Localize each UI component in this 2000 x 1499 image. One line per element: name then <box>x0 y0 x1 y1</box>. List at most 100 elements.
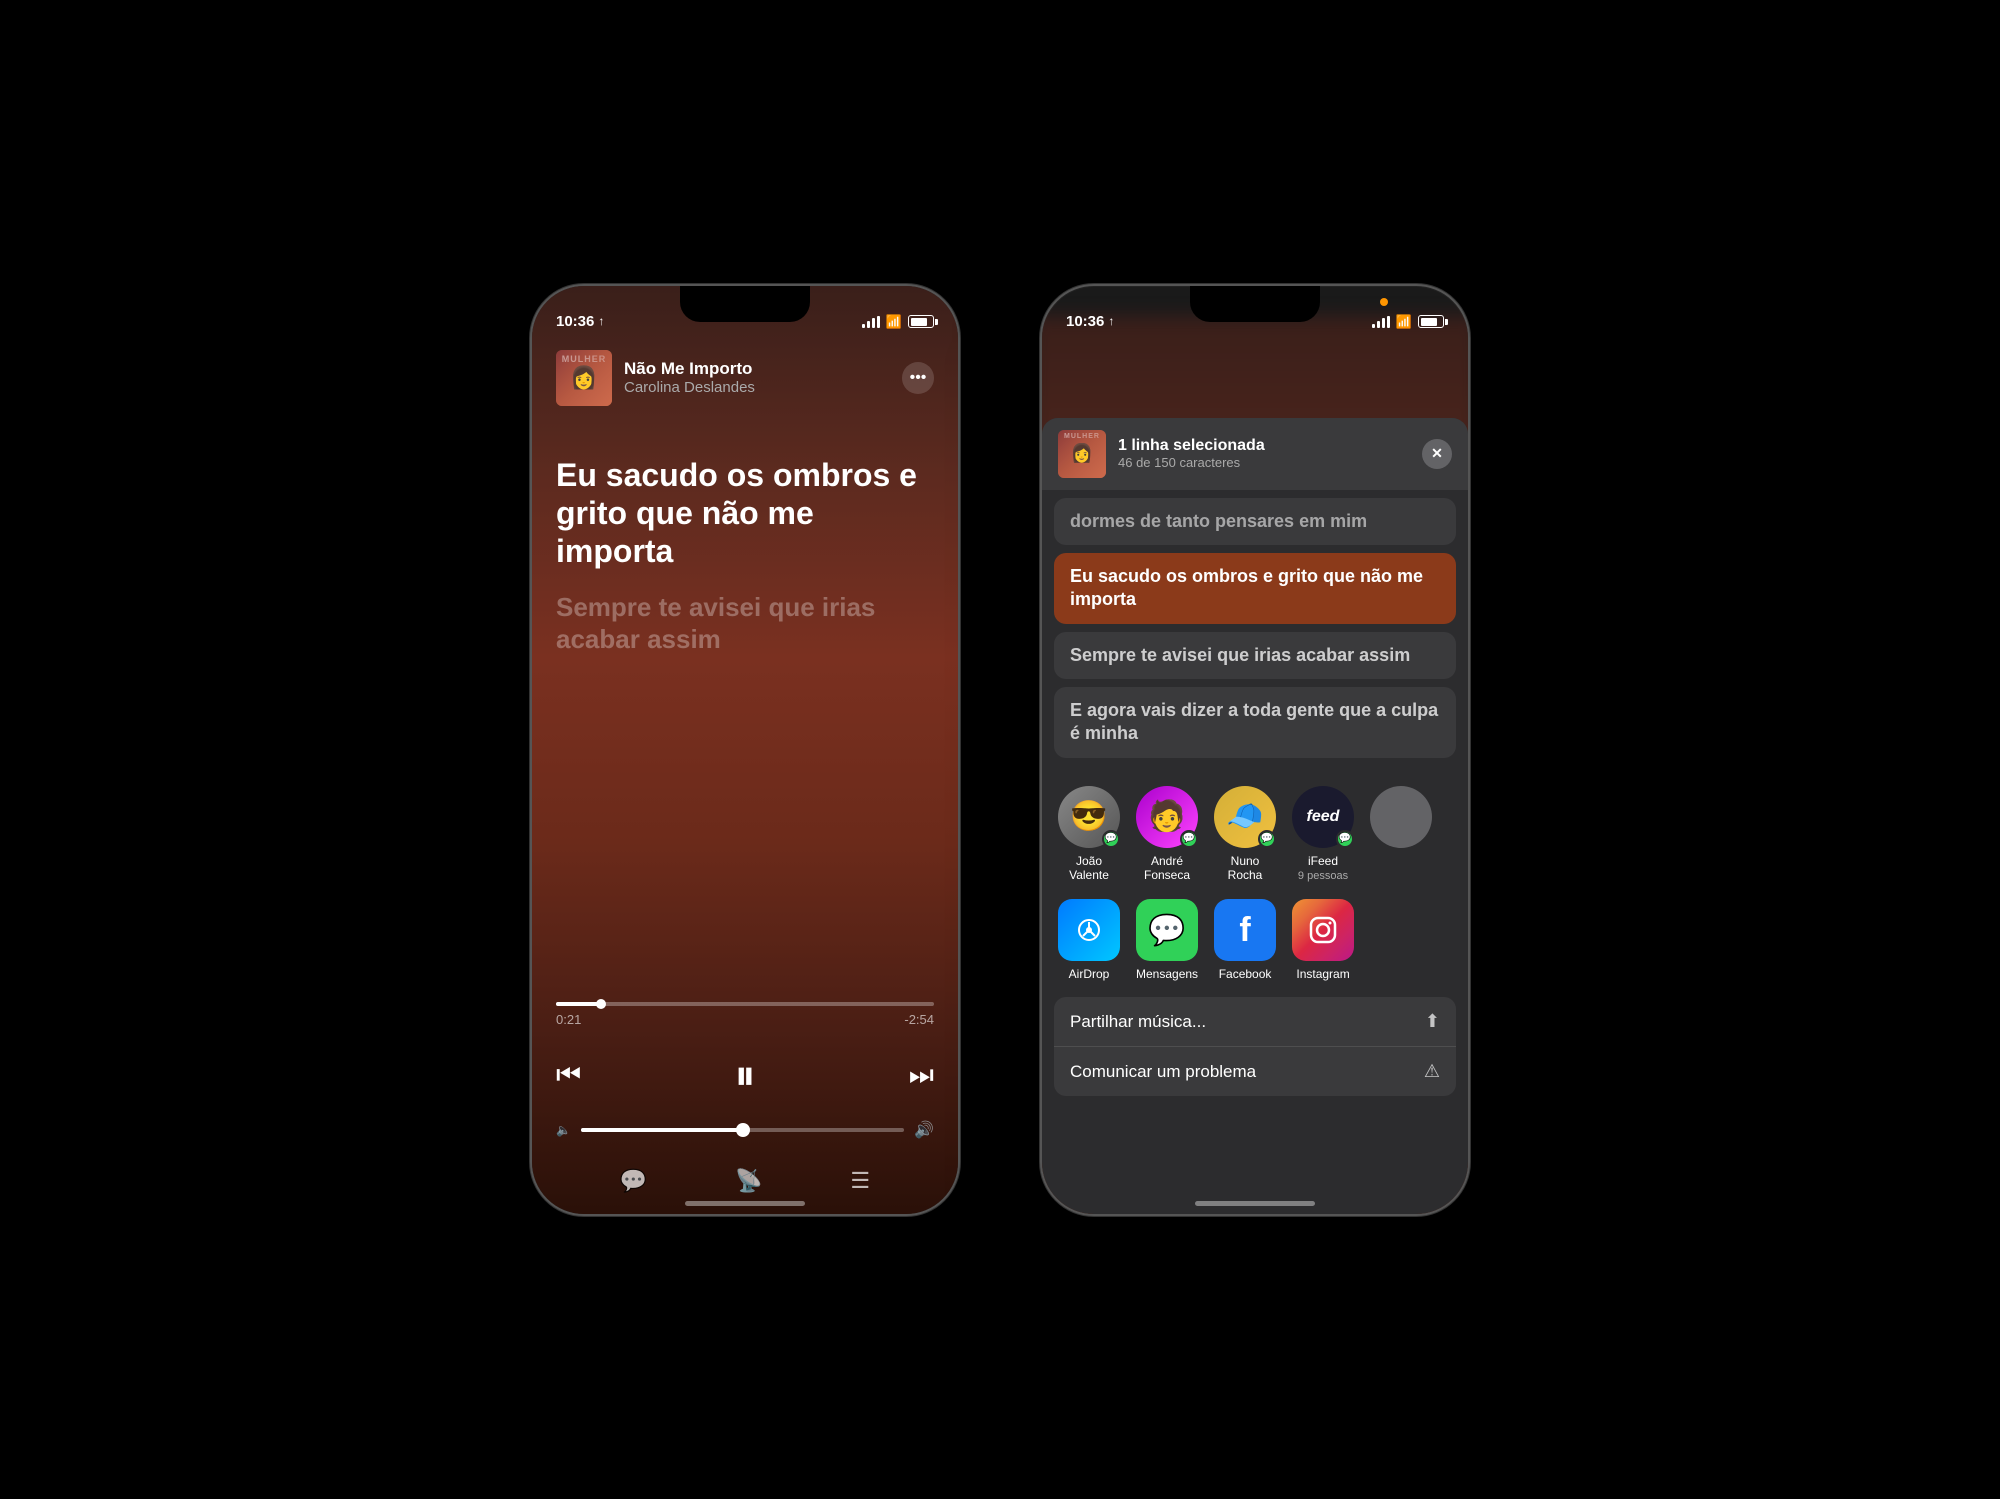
progress-thumb <box>596 999 606 1009</box>
wifi-icon-1: 📶 <box>886 314 902 330</box>
contact-ifeed[interactable]: feed 💬 iFeed9 pessoas <box>1292 786 1354 884</box>
lyric-text-prev: dormes de tanto pensares em mim <box>1070 511 1367 531</box>
share-close-button[interactable]: ✕ <box>1422 439 1452 469</box>
facebook-label: Facebook <box>1219 967 1272 981</box>
share-selected-label: 1 linha selecionada <box>1118 437 1410 455</box>
action-report-icon: ⚠ <box>1424 1061 1440 1082</box>
app-facebook[interactable]: f Facebook <box>1214 899 1276 981</box>
airplay-button[interactable]: 📡 <box>735 1168 762 1194</box>
facebook-icon: f <box>1214 899 1276 961</box>
share-header: MULHER 👩 1 linha selecionada 46 de 150 c… <box>1042 418 1468 490</box>
status-icons-2: 📶 <box>1372 314 1444 330</box>
app-mensagens[interactable]: 💬 Mensagens <box>1136 899 1198 981</box>
forward-button[interactable]: ⏭ <box>909 1059 934 1092</box>
home-indicator-1[interactable] <box>685 1201 805 1206</box>
signal-bar-3 <box>872 318 875 328</box>
action-share-music[interactable]: Partilhar música... ⬆ <box>1054 997 1456 1047</box>
queue-button[interactable]: ☰ <box>850 1168 870 1194</box>
signal-bars-2 <box>1372 316 1390 328</box>
action-share-icon: ⬆ <box>1425 1011 1440 1032</box>
instagram-svg <box>1307 914 1339 946</box>
contact-badge-andre: 💬 <box>1180 830 1198 848</box>
contacts-section: 😎 💬 JoãoValente 🧑 💬 AndréFonseca <box>1042 774 1468 892</box>
action-report-label: Comunicar um problema <box>1070 1062 1256 1082</box>
signal-bar-1 <box>862 324 865 328</box>
airdrop-svg <box>1073 914 1105 946</box>
airdrop-label: AirDrop <box>1069 967 1110 981</box>
signal-bar-2-3 <box>1382 318 1385 328</box>
lyric-text-active: Eu sacudo os ombros e grito que não me i… <box>1070 566 1423 609</box>
rewind-button[interactable]: ⏮ <box>556 1059 581 1092</box>
share-lyrics-list: dormes de tanto pensares em mim Eu sacud… <box>1042 490 1468 774</box>
playback-controls: ⏮ ⏸ ⏭ <box>556 1051 934 1100</box>
airdrop-icon <box>1058 899 1120 961</box>
contact-name-joao: JoãoValente <box>1069 854 1109 883</box>
volume-bar[interactable] <box>581 1128 904 1132</box>
contact-extra[interactable] <box>1370 786 1432 884</box>
share-sheet-panel: MULHER 👩 1 linha selecionada 46 de 150 c… <box>1042 418 1468 1214</box>
contact-badge-joao: 💬 <box>1102 830 1120 848</box>
lyric-next-text: Sempre te avisei que irias acabar assim <box>556 591 934 656</box>
time-display-1: 10:36 <box>556 313 594 330</box>
lyric-item-prev[interactable]: dormes de tanto pensares em mim <box>1054 498 1456 545</box>
volume-max-icon: 🔊 <box>914 1120 934 1140</box>
album-art-overlay: 👩 <box>556 350 612 406</box>
app-instagram[interactable]: Instagram <box>1292 899 1354 981</box>
status-time-1: 10:36 ↑ <box>556 313 862 330</box>
pause-button[interactable]: ⏸ <box>734 1051 755 1100</box>
time-current: 0:21 <box>556 1012 581 1027</box>
home-indicator-2[interactable] <box>1195 1201 1315 1206</box>
contact-avatar-extra <box>1370 786 1432 848</box>
action-report-problem[interactable]: Comunicar um problema ⚠ <box>1054 1047 1456 1096</box>
lyric-active-text: Eu sacudo os ombros e grito que não me i… <box>556 456 934 571</box>
status-icons-1: 📶 <box>862 314 934 330</box>
contact-andre[interactable]: 🧑 💬 AndréFonseca <box>1136 786 1198 884</box>
avatar-extra-img <box>1370 786 1432 848</box>
track-info: Não Me Importo Carolina Deslandes <box>624 359 890 396</box>
instagram-label: Instagram <box>1296 967 1349 981</box>
mensagens-label: Mensagens <box>1136 967 1198 981</box>
share-track-info: 1 linha selecionada 46 de 150 caracteres <box>1118 437 1410 470</box>
battery-icon-1 <box>908 315 934 328</box>
lyric-text-next1: Sempre te avisei que irias acabar assim <box>1070 645 1410 665</box>
bottom-toolbar: 💬 📡 ☰ <box>556 1160 934 1194</box>
lyric-item-next1[interactable]: Sempre te avisei que irias acabar assim <box>1054 632 1456 679</box>
more-options-button[interactable]: ••• <box>902 362 934 394</box>
volume-min-icon: 🔈 <box>556 1123 571 1137</box>
share-sheet-content: MULHER 👩 1 linha selecionada 46 de 150 c… <box>1042 338 1468 1214</box>
share-album-art: MULHER 👩 <box>1058 430 1106 478</box>
track-header: MULHER 👩 Não Me Importo Carolina Desland… <box>556 350 934 406</box>
battery-fill-1 <box>911 318 928 326</box>
lyrics-toggle-button[interactable]: 💬 <box>620 1168 647 1194</box>
share-album-emoji: 👩 <box>1071 443 1093 464</box>
lyric-item-active[interactable]: Eu sacudo os ombros e grito que não me i… <box>1054 553 1456 624</box>
mensagens-icon: 💬 <box>1136 899 1198 961</box>
lyric-text-next2: E agora vais dizer a toda gente que a cu… <box>1070 700 1438 743</box>
contact-avatar-joao: 😎 💬 <box>1058 786 1120 848</box>
signal-bar-2-1 <box>1372 324 1375 328</box>
contact-joao[interactable]: 😎 💬 JoãoValente <box>1058 786 1120 884</box>
progress-bar[interactable] <box>556 1002 934 1006</box>
lyrics-section: Eu sacudo os ombros e grito que não me i… <box>556 446 934 982</box>
action-row: Partilhar música... ⬆ Comunicar um probl… <box>1054 997 1456 1096</box>
instagram-icon <box>1292 899 1354 961</box>
time-display-2: 10:36 <box>1066 313 1104 330</box>
progress-times: 0:21 -2:54 <box>556 1012 934 1027</box>
signal-bar-2 <box>867 321 870 328</box>
track-artist: Carolina Deslandes <box>624 379 890 396</box>
album-art-small: MULHER 👩 <box>556 350 612 406</box>
lyric-item-next2[interactable]: E agora vais dizer a toda gente que a cu… <box>1054 687 1456 758</box>
time-remaining: -2:54 <box>904 1012 934 1027</box>
music-player-content: MULHER 👩 Não Me Importo Carolina Desland… <box>532 338 958 1214</box>
share-album-overlay: 👩 <box>1058 430 1106 478</box>
status-bar-2: 10:36 ↑ 📶 <box>1042 286 1468 338</box>
signal-bar-4 <box>877 316 880 328</box>
apps-row: AirDrop 💬 Mensagens f Facebook <box>1058 899 1452 981</box>
app-airdrop[interactable]: AirDrop <box>1058 899 1120 981</box>
volume-fill <box>581 1128 743 1132</box>
progress-section: 0:21 -2:54 <box>556 1002 934 1027</box>
iphone-music-player: 10:36 ↑ 📶 MULHER 👩 <box>530 284 960 1216</box>
contact-nuno[interactable]: 🧢 💬 NunoRocha <box>1214 786 1276 884</box>
contact-avatar-andre: 🧑 💬 <box>1136 786 1198 848</box>
contact-avatar-ifeed: feed 💬 <box>1292 786 1354 848</box>
